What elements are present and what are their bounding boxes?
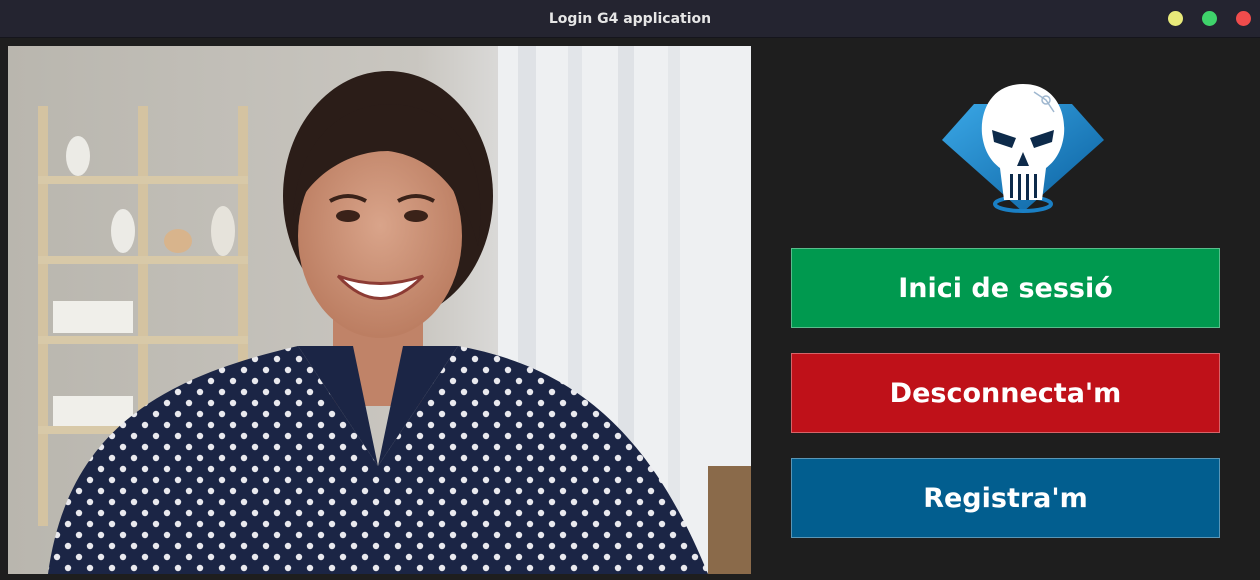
register-button[interactable]: Registra'm — [791, 458, 1220, 538]
window-title: Login G4 application — [548, 10, 712, 27]
maximize-button[interactable] — [1202, 11, 1217, 26]
title-bar[interactable]: Login G4 application — [0, 0, 1260, 38]
logout-button[interactable]: Desconnecta'm — [791, 353, 1220, 433]
close-button[interactable] — [1236, 11, 1251, 26]
skull-diamond-logo — [942, 82, 1104, 216]
minimize-button[interactable] — [1168, 11, 1183, 26]
user-photo — [8, 46, 751, 574]
login-button[interactable]: Inici de sessió — [791, 248, 1220, 328]
app-window: Login G4 application Inici de sessió Des… — [0, 0, 1260, 580]
